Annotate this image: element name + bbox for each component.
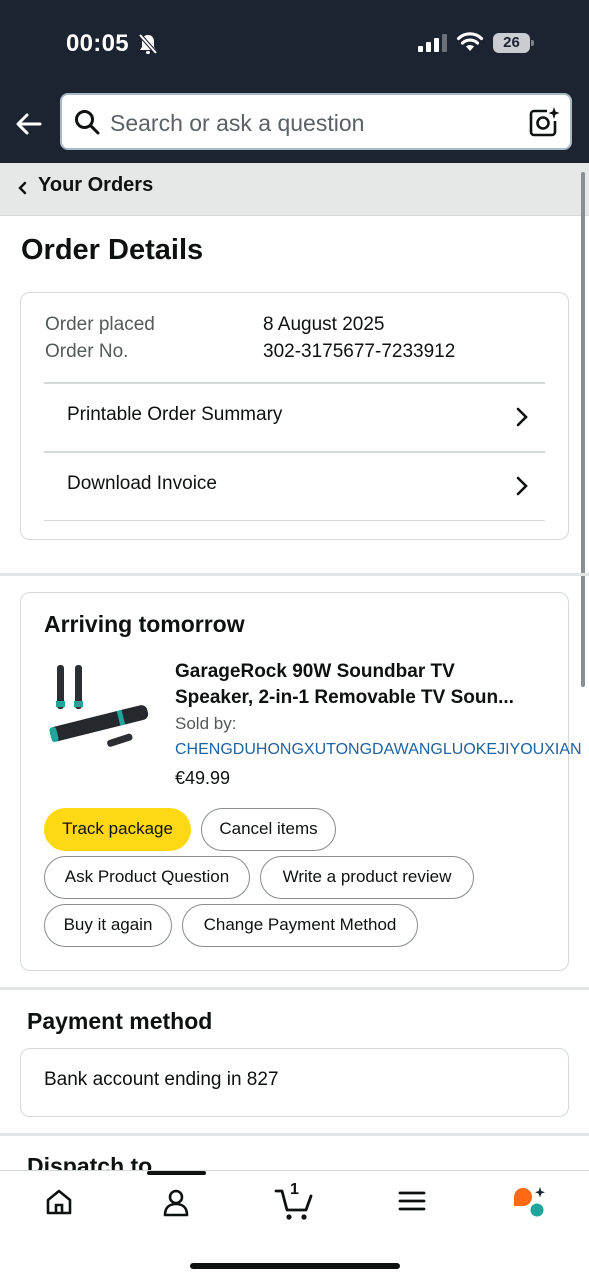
cancel-items-button[interactable]: Cancel items — [201, 808, 336, 851]
seller-link[interactable]: CHENGDUHONGXUTONGDAWANGLUOKEJIYOUXIAN — [175, 741, 589, 759]
order-info-card: Order placed 8 August 2025 Order No. 302… — [20, 292, 569, 540]
change-payment-method-button[interactable]: Change Payment Method — [182, 904, 418, 947]
search-bar[interactable]: Search or ask a question — [60, 93, 572, 150]
delivery-status: Arriving tomorrow — [44, 611, 245, 637]
track-package-button[interactable]: Track package — [44, 808, 191, 851]
home-icon[interactable] — [44, 1187, 74, 1217]
product-price: €49.99 — [175, 768, 231, 788]
printable-order-summary-link[interactable]: Printable Order Summary — [44, 382, 545, 450]
bottom-nav: 1 — [0, 1170, 589, 1280]
product-image[interactable] — [43, 661, 153, 751]
scrollbar[interactable] — [581, 172, 585, 687]
sold-by-label: Sold by: — [175, 714, 237, 733]
order-placed-label: Order placed — [45, 314, 155, 335]
menu-icon[interactable] — [398, 1187, 426, 1215]
camera-icon[interactable] — [528, 106, 560, 138]
bell-muted-icon — [138, 33, 158, 55]
product-name-link[interactable]: GarageRock 90W Soundbar TV Speaker, 2-in… — [175, 659, 545, 711]
account-icon[interactable] — [161, 1187, 191, 1217]
section-divider — [0, 987, 589, 990]
divider — [44, 520, 545, 521]
cart-icon[interactable] — [274, 1187, 314, 1221]
breadcrumb-your-orders[interactable]: Your Orders — [38, 174, 153, 197]
ask-product-question-button[interactable]: Ask Product Question — [44, 856, 250, 899]
order-placed-value: 8 August 2025 — [263, 314, 385, 335]
download-invoice-label: Download Invoice — [67, 473, 217, 494]
chevron-right-icon — [516, 476, 528, 496]
shipment-card: Arriving tomorrow GarageRock 90W Soundba… — [20, 592, 582, 971]
search-input[interactable]: Search or ask a question — [110, 110, 364, 137]
order-number-label: Order No. — [45, 341, 129, 362]
printable-order-summary-label: Printable Order Summary — [67, 404, 283, 425]
chevron-left-icon — [18, 181, 27, 195]
status-time: 00:05 — [66, 30, 129, 57]
battery-indicator: 26 — [493, 33, 534, 53]
rufus-ai-icon[interactable] — [511, 1185, 547, 1219]
payment-method-title: Payment method — [27, 1008, 213, 1034]
back-arrow-icon[interactable] — [14, 108, 46, 140]
section-divider — [0, 573, 589, 576]
buy-again-button[interactable]: Buy it again — [44, 904, 172, 947]
write-review-button[interactable]: Write a product review — [260, 856, 474, 899]
payment-method-card: Bank account ending in 827 — [20, 1048, 569, 1117]
page-title: Order Details — [21, 234, 204, 266]
top-bar: 00:05 26 Search or ask a question — [0, 0, 589, 163]
search-icon — [75, 110, 100, 135]
home-indicator — [190, 1263, 400, 1269]
chevron-right-icon — [516, 407, 528, 427]
breadcrumb[interactable]: Your Orders — [0, 163, 589, 216]
download-invoice-link[interactable]: Download Invoice — [44, 451, 545, 519]
active-tab-indicator — [147, 1171, 206, 1175]
signal-icon — [418, 34, 447, 52]
payment-method-value: Bank account ending in 827 — [44, 1069, 279, 1090]
wifi-icon — [456, 32, 484, 51]
battery-level: 26 — [493, 33, 530, 53]
order-number-value: 302-3175677-7233912 — [263, 341, 456, 362]
section-divider — [0, 1133, 589, 1136]
